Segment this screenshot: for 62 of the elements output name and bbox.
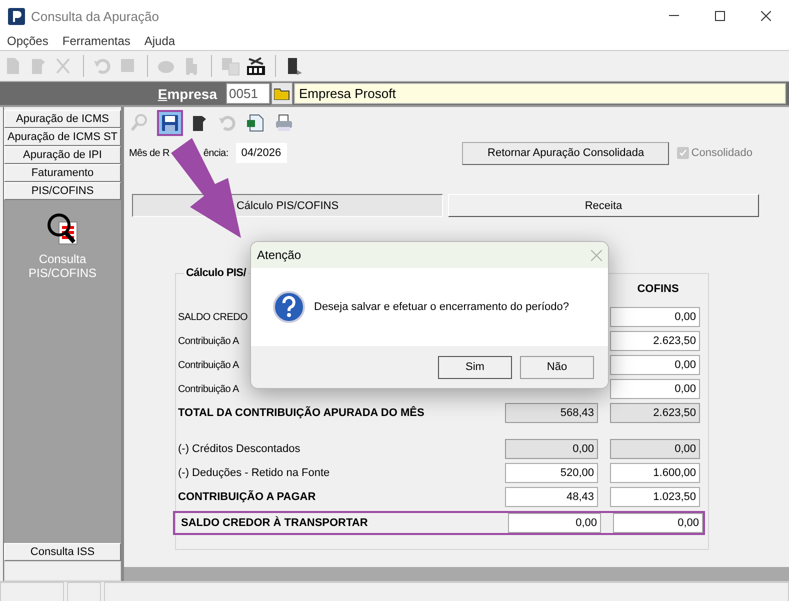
search-icon (130, 113, 150, 133)
tab[interactable]: Receita (448, 194, 759, 217)
reference-label: Mês de R (129, 148, 170, 158)
print-icon (274, 113, 294, 133)
save-icon (160, 113, 180, 133)
company-label: Empresa (156, 86, 217, 102)
cofins-value-field[interactable]: 0,00 (613, 513, 703, 533)
minimize-icon[interactable] (669, 15, 679, 17)
close-icon[interactable] (761, 11, 771, 21)
menu-item[interactable]: Ajuda (137, 34, 182, 48)
sidebar-item[interactable]: PIS/COFINS (4, 182, 121, 200)
cofins-value-field[interactable]: 0,00 (610, 379, 700, 399)
group-title: Cálculo PIS/ (185, 267, 248, 279)
row-label: Contribuição A (178, 336, 239, 346)
sidebar-item[interactable]: Consulta ISS (4, 543, 121, 561)
reference-label: ência: (203, 148, 228, 158)
highlight-frame[interactable] (157, 110, 183, 136)
row-label: Contribuição A (178, 360, 239, 370)
menu-item[interactable]: Opções (0, 34, 56, 48)
cofins-value-field[interactable]: 1.600,00 (610, 463, 700, 483)
cofins-value-field[interactable]: 2.623,50 (610, 331, 700, 351)
question-icon (273, 291, 305, 323)
dialog-button[interactable]: Sim (438, 356, 512, 378)
pis-value-field[interactable]: 0,00 (505, 439, 598, 459)
row-label: TOTAL DA CONTRIBUIÇÃO APURADA DO MÊS (178, 407, 424, 419)
sidebar-item[interactable]: Apuração de ICMS (4, 110, 121, 128)
folder-icon (274, 87, 290, 100)
row-label: SALDO CREDO (178, 312, 248, 322)
dialog-button[interactable]: Não (520, 356, 594, 378)
dialog-message: Deseja salvar e efetuar o encerramento do período? (314, 301, 569, 313)
window-title: Consulta da Apuração (31, 8, 160, 24)
excel-icon (246, 113, 266, 133)
undo-icon (218, 113, 238, 133)
cofins-value-field[interactable]: 1.023,50 (610, 487, 700, 507)
pis-value-field[interactable]: 0,00 (508, 513, 601, 533)
row-label: SALDO CREDOR À TRANSPORTAR (181, 517, 368, 529)
cofins-value-field[interactable]: 2.623,50 (610, 403, 700, 423)
checkbox-label: Consolidado (691, 147, 752, 159)
toolbar-button[interactable] (273, 112, 295, 134)
row-label: (-) Créditos Descontados (178, 443, 300, 455)
column-header: COFINS (636, 283, 680, 297)
sidebar-item[interactable]: Faturamento (4, 164, 121, 182)
cofins-value-field[interactable]: 0,00 (610, 439, 700, 459)
app-logo-icon (8, 8, 25, 24)
pis-value-field[interactable]: 568,43 (505, 403, 598, 423)
row-label: Contribuição A (178, 384, 239, 394)
company-name-field[interactable]: Empresa Prosoft (294, 83, 786, 104)
company-code-field[interactable]: 0051 (226, 83, 270, 104)
cofins-value-field[interactable]: 0,00 (610, 355, 700, 375)
row-label: CONTRIBUIÇÃO A PAGAR (178, 491, 316, 503)
sidebar-item[interactable]: Apuração de ICMS ST (4, 128, 121, 146)
sidebar-item[interactable]: Apuração de IPI (4, 146, 121, 164)
return-consolidated-button[interactable]: Retornar Apuração Consolidada (462, 142, 670, 164)
pis-value-field[interactable]: 48,43 (505, 487, 598, 507)
row-label: (-) Deduções - Retido na Fonte (178, 467, 330, 479)
cofins-value-field[interactable]: 0,00 (610, 307, 700, 327)
pis-value-field[interactable]: 520,00 (505, 463, 598, 483)
menu-item[interactable]: Ferramentas (55, 34, 138, 48)
reference-month-field[interactable]: 04/2026 (236, 143, 288, 163)
folder-button[interactable] (271, 82, 293, 105)
dialog-title: Atenção (257, 248, 302, 262)
maximize-icon[interactable] (715, 11, 725, 21)
